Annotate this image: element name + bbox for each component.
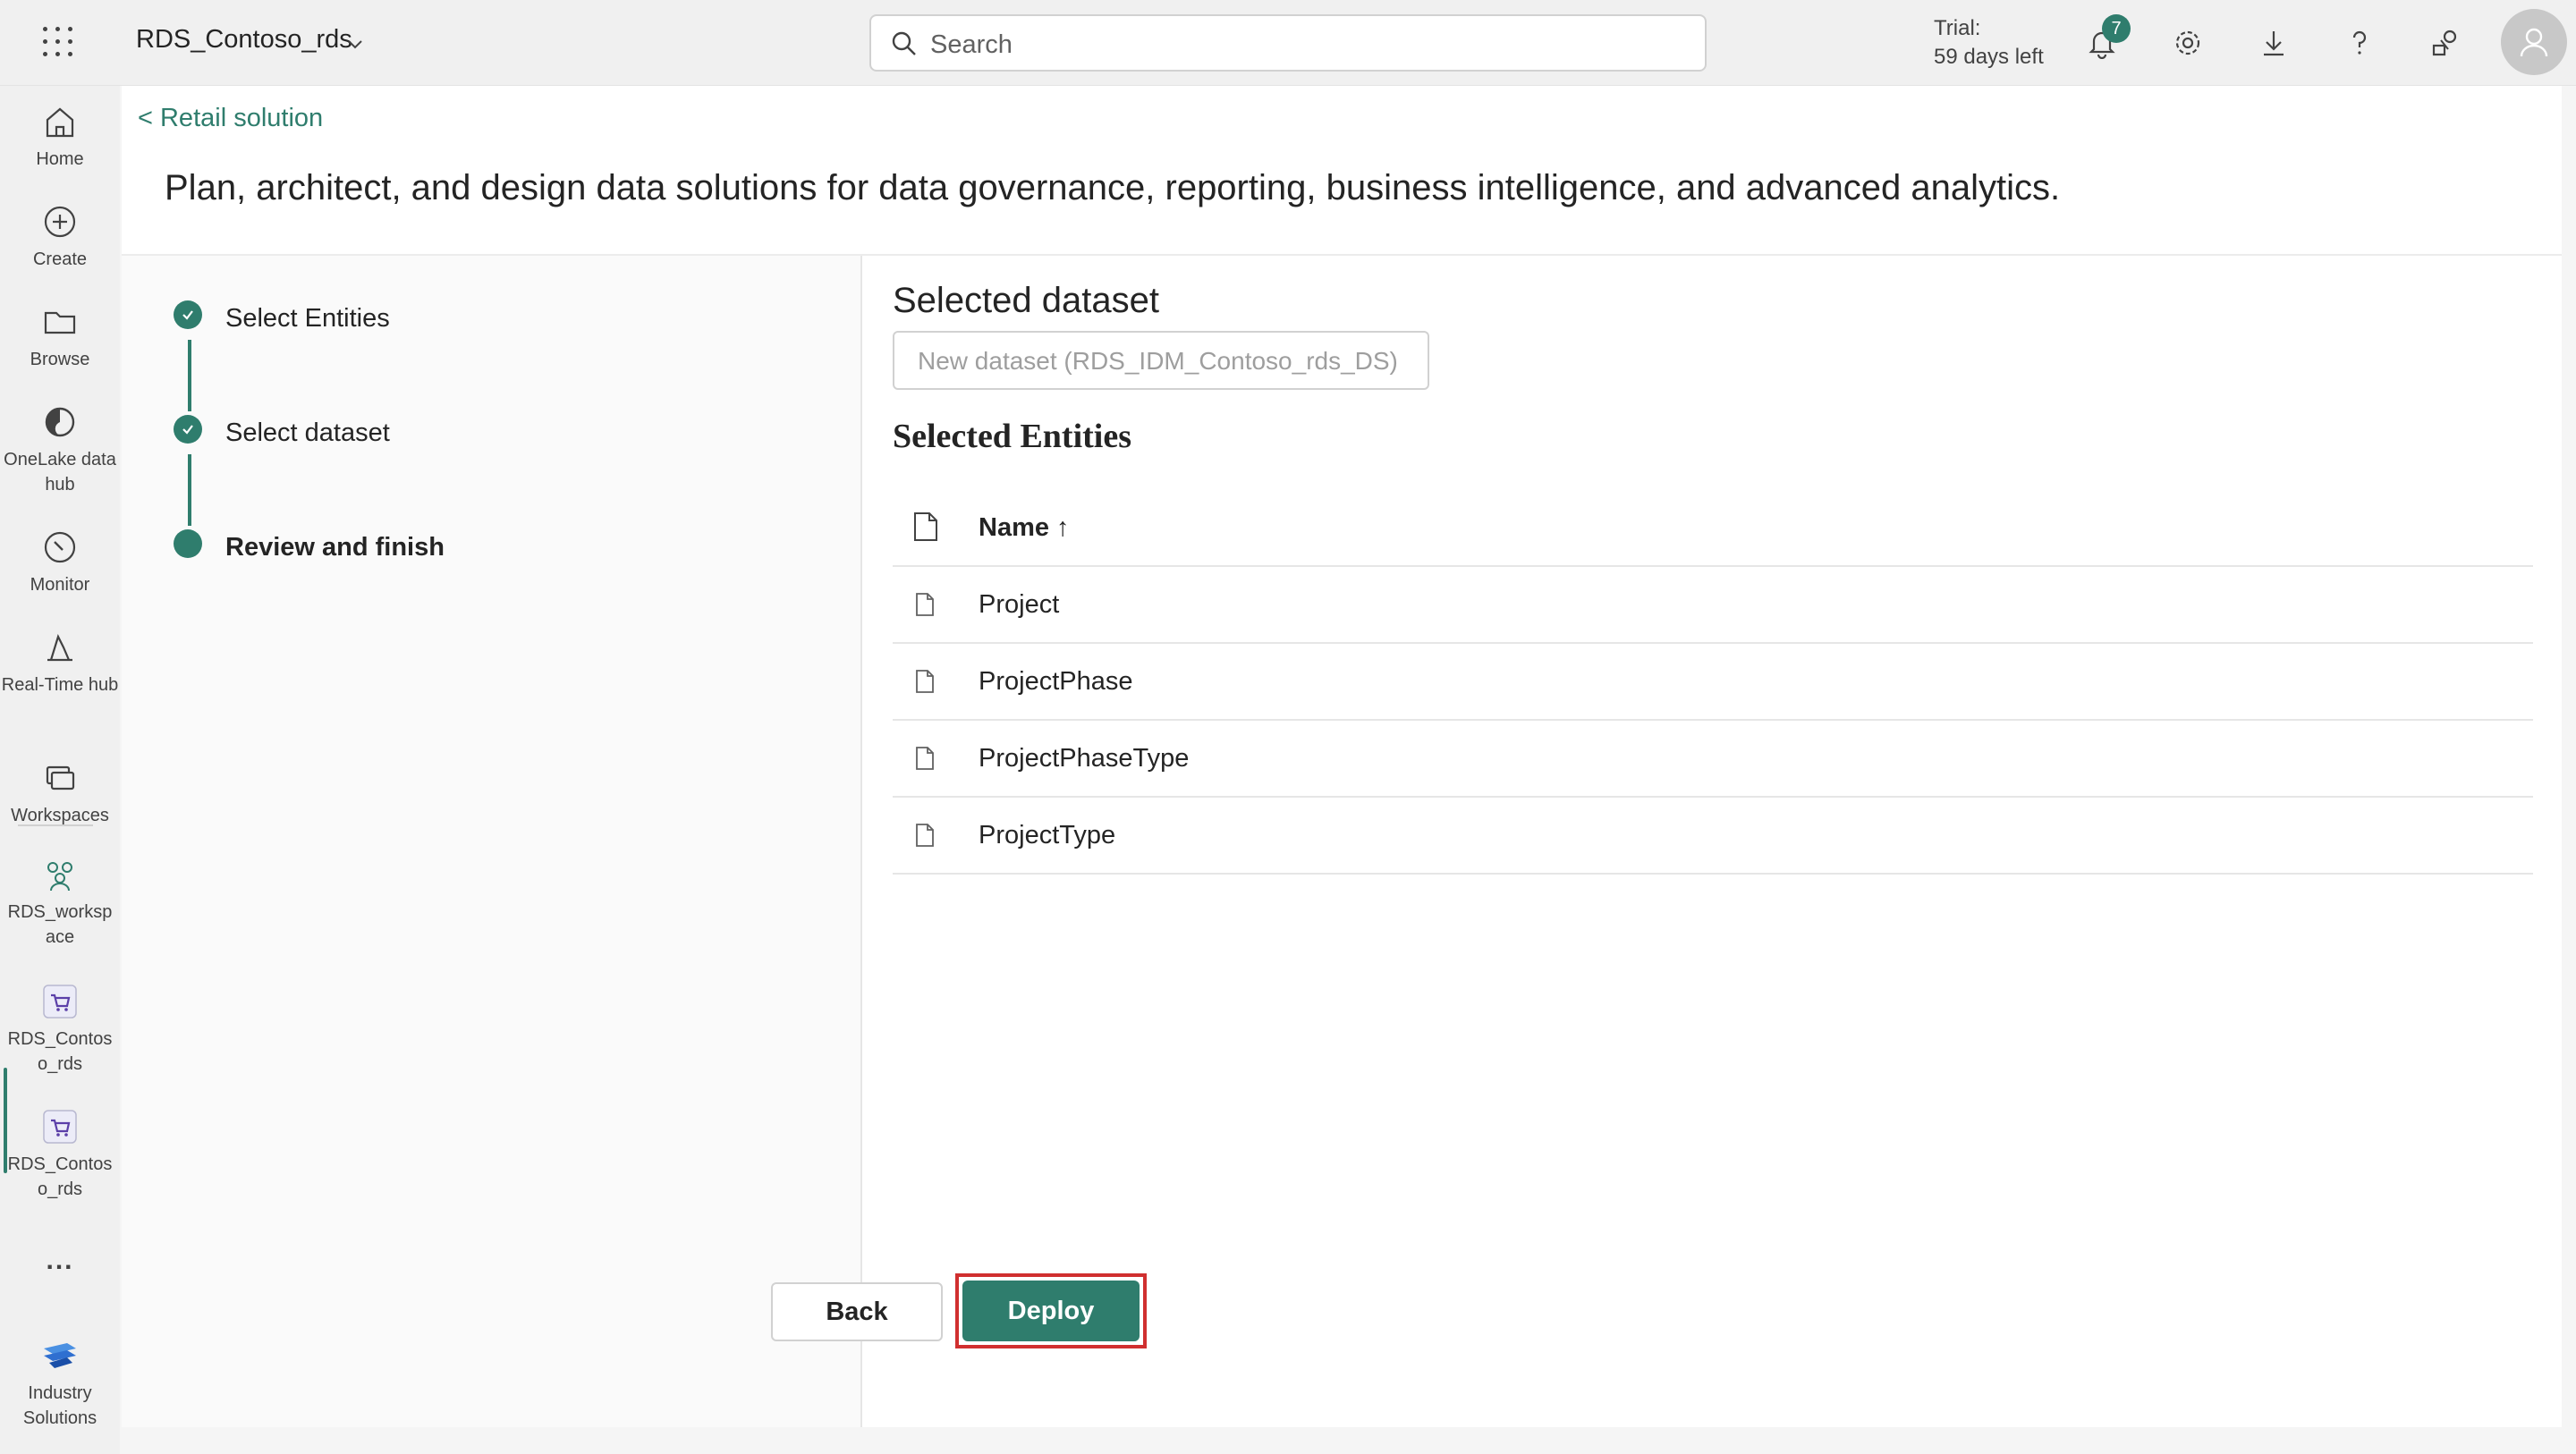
- more-icon[interactable]: ...: [0, 1247, 120, 1274]
- workspace-people-icon: [47, 862, 72, 892]
- table-row[interactable]: ProjectType: [893, 798, 2533, 875]
- breadcrumb[interactable]: < Retail solution: [138, 104, 323, 133]
- person-icon: [2520, 28, 2548, 57]
- file-type-icon: [914, 512, 937, 541]
- help-icon[interactable]: [2338, 21, 2381, 64]
- step-label: Review and finish: [225, 533, 445, 562]
- rail-item-workspaces[interactable]: Workspaces: [0, 758, 120, 828]
- table-row[interactable]: ProjectPhase: [893, 644, 2533, 721]
- workspaces-icon: [46, 765, 75, 790]
- trial-status[interactable]: Trial: 59 days left: [1934, 14, 2044, 72]
- entities-table: Name ↑ Project ProjectPhase ProjectPhase…: [893, 490, 2533, 875]
- name-column-header[interactable]: Name ↑: [979, 513, 1070, 543]
- table-row[interactable]: ProjectPhaseType: [893, 721, 2533, 798]
- chevron-down-icon[interactable]: [345, 34, 365, 54]
- wizard-steps: Select Entities Select dataset Review an…: [122, 256, 862, 1427]
- share-feedback-icon[interactable]: [2424, 21, 2467, 64]
- document-icon: [916, 747, 934, 770]
- rail-label: Create: [32, 249, 88, 269]
- rail-label: Real-Time hub: [1, 675, 119, 695]
- rail-item-monitor[interactable]: Monitor: [0, 528, 120, 597]
- folder-icon: [44, 311, 76, 334]
- workspace-title[interactable]: RDS_Contoso_rds: [136, 25, 352, 55]
- industry-solutions-icon: [44, 1343, 76, 1368]
- rail-item-rds-contoso-rds[interactable]: RDS_Contos o_rds: [0, 1107, 120, 1202]
- check-circle-icon: [174, 300, 202, 329]
- gear-icon[interactable]: [2166, 21, 2209, 64]
- rail-item-rds-workspace[interactable]: RDS_worksp ace: [0, 855, 120, 950]
- rail-label: Workspaces: [11, 806, 109, 825]
- realtime-icon: [47, 634, 72, 662]
- trial-label: Trial:: [1934, 16, 1981, 40]
- rail-label: Industry Solutions: [22, 1383, 97, 1428]
- rail-item-onelake-data-hub[interactable]: OneLake data hub: [0, 402, 120, 497]
- rail-label: Home: [36, 149, 84, 169]
- entity-name: ProjectPhase: [979, 667, 1133, 696]
- entity-name: ProjectPhaseType: [979, 744, 1190, 773]
- rail-item-home[interactable]: Home: [0, 102, 120, 172]
- rail-label: RDS_Contos o_rds: [7, 1029, 113, 1074]
- trial-days-left: 59 days left: [1934, 45, 2044, 69]
- step-label: Select Entities: [225, 304, 390, 333]
- cart-icon: [43, 985, 77, 1019]
- rail-item-browse[interactable]: Browse: [0, 302, 120, 372]
- search-input[interactable]: Search: [869, 14, 1707, 72]
- left-navigation-rail: Home Create Browse OneLake data hub Moni…: [0, 86, 120, 1454]
- download-icon[interactable]: [2252, 21, 2295, 64]
- entity-name: Project: [979, 590, 1060, 619]
- plus-circle-icon: [44, 206, 76, 238]
- table-header-row: Name ↑: [893, 490, 2533, 567]
- rail-label: Browse: [30, 350, 90, 369]
- app-launcher-icon[interactable]: [43, 27, 75, 59]
- search-placeholder: Search: [930, 30, 1013, 59]
- selected-dataset-heading: Selected dataset: [893, 281, 1159, 320]
- search-icon: [892, 31, 916, 55]
- step-connector: [188, 340, 191, 411]
- current-step-dot-icon: [174, 529, 202, 558]
- check-circle-icon: [174, 415, 202, 444]
- rail-label: OneLake data hub: [4, 450, 116, 495]
- rail-label: RDS_Contos o_rds: [7, 1154, 113, 1199]
- onelake-icon: [45, 407, 75, 437]
- back-button[interactable]: Back: [771, 1282, 943, 1341]
- rail-item-real-time-hub[interactable]: Real-Time hub: [0, 628, 120, 697]
- document-icon: [916, 593, 934, 616]
- top-bar: RDS_Contoso_rds Search Trial: 59 days le…: [0, 0, 2576, 86]
- monitor-icon: [44, 531, 76, 563]
- home-icon: [46, 107, 74, 138]
- rail-label: Monitor: [30, 575, 90, 595]
- entity-name: ProjectType: [979, 821, 1116, 850]
- rail-item-create[interactable]: Create: [0, 202, 120, 272]
- dataset-name-field: New dataset (RDS_IDM_Contoso_rds_DS): [893, 331, 1429, 390]
- document-icon: [916, 824, 934, 847]
- document-icon: [916, 670, 934, 693]
- step-label: Select dataset: [225, 418, 390, 447]
- avatar[interactable]: [2501, 9, 2567, 75]
- deploy-button[interactable]: Deploy: [962, 1281, 1140, 1341]
- rail-label: RDS_worksp ace: [7, 902, 113, 947]
- step-connector: [188, 454, 191, 526]
- notification-badge: 7: [2102, 14, 2131, 43]
- rail-item-rds-contoso-rds-active[interactable]: RDS_Contos o_rds: [0, 982, 120, 1077]
- rail-item-industry-solutions[interactable]: Industry Solutions: [0, 1336, 120, 1431]
- cart-icon: [43, 1110, 77, 1144]
- main-panel: < Retail solution Plan, architect, and d…: [122, 86, 2562, 1427]
- page-title: Plan, architect, and design data solutio…: [165, 168, 2061, 207]
- selected-entities-heading: Selected Entities: [893, 418, 1132, 455]
- table-row[interactable]: Project: [893, 567, 2533, 644]
